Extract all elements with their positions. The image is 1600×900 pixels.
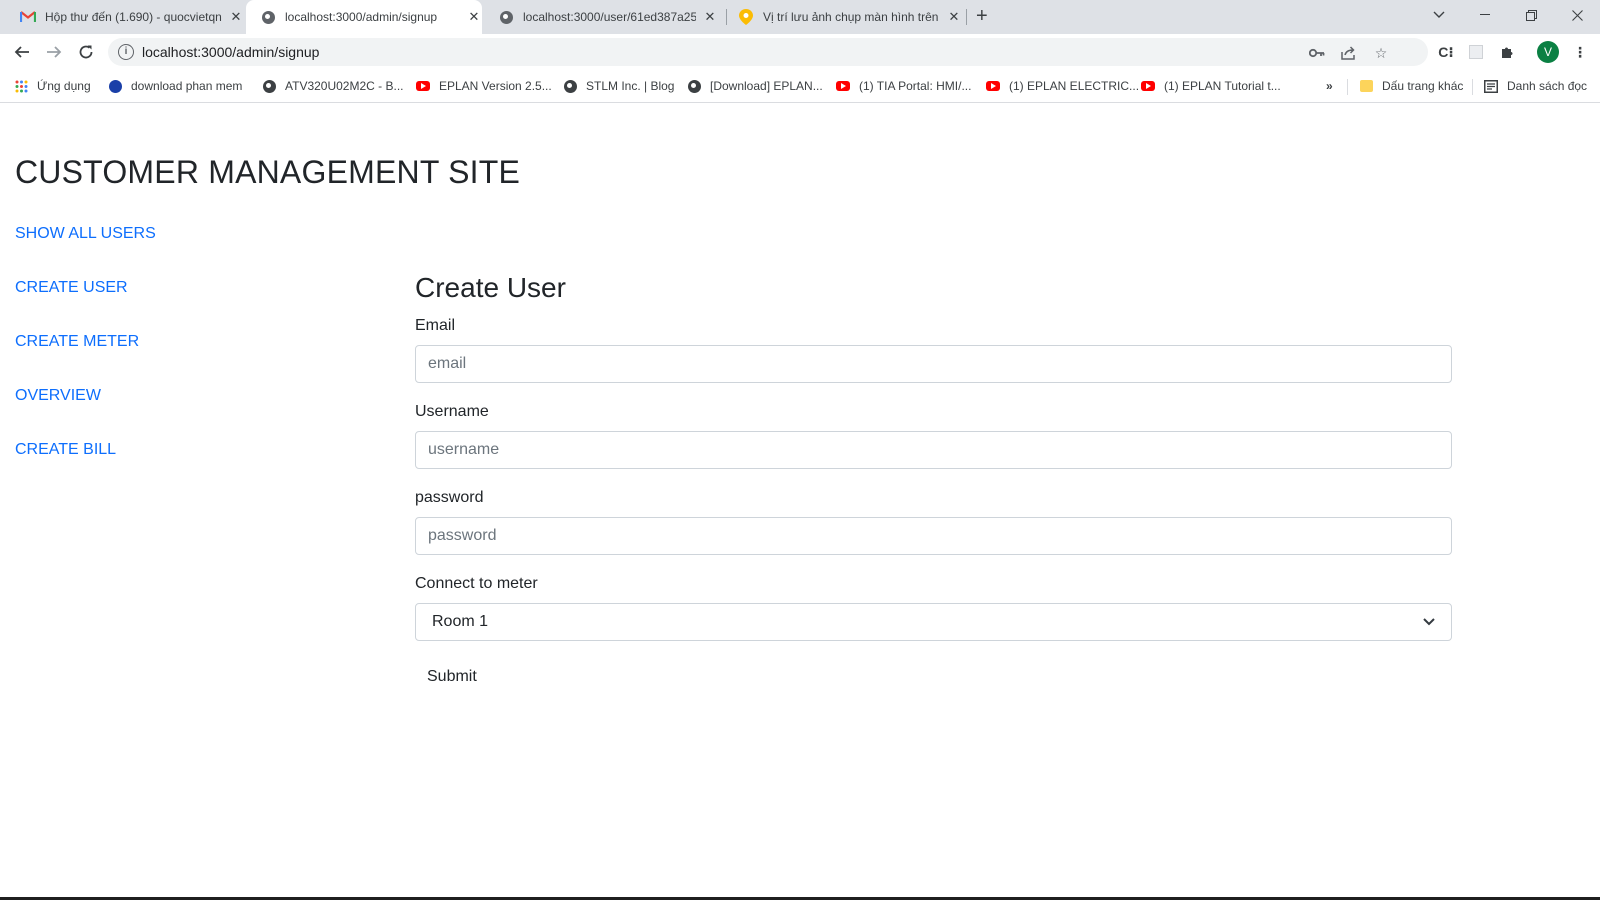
bookmark-eplan-electric[interactable]: (1) EPLAN ELECTRIC... [986, 77, 1139, 95]
youtube-icon [416, 79, 430, 93]
meter-select[interactable]: Room 1 [415, 603, 1452, 641]
site-info-icon[interactable]: i [118, 44, 134, 60]
extensions-puzzle-icon[interactable] [1497, 42, 1517, 62]
bookmark-label: [Download] EPLAN... [710, 79, 823, 93]
username-label: Username [415, 403, 489, 420]
reading-list-icon [1484, 79, 1498, 93]
more-bookmarks-chevron-icon[interactable]: » [1326, 77, 1333, 95]
bookmark-reading-list[interactable]: Danh sách đọc [1484, 77, 1587, 95]
bookmark-atv320[interactable]: ATV320U02M2C - B... [262, 77, 404, 95]
password-field[interactable] [415, 517, 1452, 555]
nav-create-bill[interactable]: CREATE BILL [15, 441, 116, 459]
bookmark-label: Dấu trang khác [1382, 79, 1464, 93]
username-field[interactable] [415, 431, 1452, 469]
bookmark-star-icon[interactable]: ☆ [1372, 44, 1390, 62]
tab-screenshot-location[interactable]: Vị trí lưu ảnh chụp màn hình trên ✕ [730, 0, 962, 34]
circle-logo-icon [108, 79, 122, 93]
bookmark-download-phan-mem[interactable]: download phan mem [108, 77, 242, 95]
key-icon[interactable] [1308, 44, 1326, 62]
address-bar[interactable]: i localhost:3000/admin/signup ☆ [108, 38, 1428, 66]
extension-placeholder-icon[interactable] [1466, 42, 1486, 62]
tab-search-chevron-icon[interactable] [1416, 0, 1462, 30]
close-window-icon[interactable] [1554, 0, 1600, 30]
bookmark-label: (1) EPLAN Tutorial t... [1164, 79, 1281, 93]
forward-arrow-icon[interactable] [42, 40, 66, 64]
tab-gmail[interactable]: Hộp thư đến (1.690) - quocvietqn ✕ [12, 0, 244, 34]
bookmark-label: Ứng dụng [37, 79, 91, 93]
globe-icon [498, 9, 514, 25]
bookmark-apps[interactable]: Ứng dụng [14, 77, 91, 95]
nav-show-all-users[interactable]: SHOW ALL USERS [15, 225, 156, 243]
globe-icon [563, 79, 577, 93]
minimize-icon[interactable] [1462, 0, 1508, 30]
nav-overview[interactable]: OVERVIEW [15, 387, 101, 405]
tab-close-icon[interactable]: ✕ [466, 9, 482, 25]
globe-icon [262, 79, 276, 93]
meter-label: Connect to meter [415, 575, 538, 592]
bookmark-separator [1472, 79, 1473, 95]
site-title: CUSTOMER MANAGEMENT SITE [15, 154, 521, 190]
reload-icon[interactable] [74, 40, 98, 64]
bookmark-label: download phan mem [131, 79, 243, 93]
bookmark-label: ATV320U02M2C - B... [285, 79, 404, 93]
back-arrow-icon[interactable] [10, 40, 34, 64]
tab-title: Hộp thư đến (1.690) - quocvietqn [45, 10, 222, 24]
submit-button[interactable]: Submit [415, 665, 489, 689]
tab-user-page[interactable]: localhost:3000/user/61ed387a25 ✕ [490, 0, 718, 34]
share-icon[interactable] [1340, 44, 1358, 62]
youtube-icon [1141, 79, 1155, 93]
bookmark-eplan-version[interactable]: EPLAN Version 2.5... [416, 77, 552, 95]
bookmark-stlm-blog[interactable]: STLM Inc. | Blog [563, 77, 674, 95]
bookmark-label: EPLAN Version 2.5... [439, 79, 552, 93]
gmail-icon [20, 9, 36, 25]
tab-close-icon[interactable]: ✕ [946, 9, 962, 25]
form-title: Create User [415, 272, 566, 303]
browser-toolbar: i localhost:3000/admin/signup ☆ C⁝ V ⋮ [0, 34, 1600, 70]
bookmarks-bar: Ứng dụng download phan mem ATV320U02M2C … [0, 70, 1600, 103]
chevron-down-icon [1423, 615, 1435, 629]
tab-close-icon[interactable]: ✕ [702, 9, 718, 25]
tab-separator [966, 9, 967, 25]
globe-icon [687, 79, 701, 93]
bookmark-label: STLM Inc. | Blog [586, 79, 675, 93]
bookmark-label: (1) TIA Portal: HMI/... [859, 79, 972, 93]
new-tab-plus-icon[interactable]: + [976, 5, 988, 28]
tab-title: localhost:3000/admin/signup [285, 10, 438, 24]
apps-grid-icon [14, 79, 28, 93]
bookmark-download-eplan[interactable]: [Download] EPLAN... [687, 77, 823, 95]
url-text: localhost:3000/admin/signup [142, 44, 320, 60]
email-field[interactable] [415, 345, 1452, 383]
folder-icon [1359, 79, 1373, 93]
email-label: Email [415, 317, 456, 334]
bookmark-separator [1347, 79, 1348, 95]
bookmark-eplan-tutorial[interactable]: (1) EPLAN Tutorial t... [1141, 77, 1281, 95]
tab-separator [726, 9, 727, 25]
youtube-icon [986, 79, 1000, 93]
globe-icon [260, 9, 276, 25]
bookmark-label: Danh sách đọc [1507, 79, 1588, 93]
menu-kebab-icon[interactable]: ⋮ [1570, 42, 1590, 62]
extension-c-icon[interactable]: C⁝ [1436, 42, 1456, 62]
profile-avatar[interactable]: V [1537, 41, 1559, 63]
bookmark-tia-portal[interactable]: (1) TIA Portal: HMI/... [836, 77, 971, 95]
bookmark-other-folder[interactable]: Dấu trang khác [1359, 77, 1463, 95]
meter-selected-value: Room 1 [432, 613, 489, 630]
nav-create-user[interactable]: CREATE USER [15, 279, 128, 297]
tab-admin-signup[interactable]: localhost:3000/admin/signup ✕ [246, 0, 482, 34]
bookmark-label: (1) EPLAN ELECTRIC... [1009, 79, 1140, 93]
password-label: password [415, 489, 484, 506]
youtube-icon [836, 79, 850, 93]
restore-icon[interactable] [1508, 0, 1554, 30]
tab-strip: Hộp thư đến (1.690) - quocvietqn ✕ local… [0, 0, 1600, 34]
tab-title: Vị trí lưu ảnh chụp màn hình trên [763, 10, 939, 24]
nav-create-meter[interactable]: CREATE METER [15, 333, 139, 351]
tab-close-icon[interactable]: ✕ [228, 9, 244, 25]
tab-title: localhost:3000/user/61ed387a25 [523, 10, 696, 24]
maps-pin-icon [738, 9, 754, 25]
